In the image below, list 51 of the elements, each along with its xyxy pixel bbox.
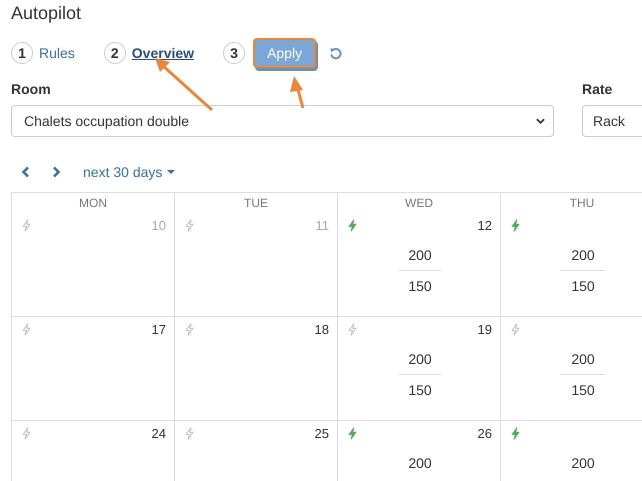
step-number: 1 (11, 42, 33, 64)
weekday-label: MON (79, 196, 107, 210)
day-number: 17 (152, 322, 166, 336)
price-value: 200 (571, 246, 595, 265)
rate-select[interactable]: Rack (582, 105, 642, 137)
day-number: 10 (152, 218, 166, 232)
price-value: 150 (571, 381, 595, 400)
price-value: 200 (571, 350, 595, 369)
chevron-right-icon[interactable] (51, 166, 61, 178)
field-label: Rate (582, 81, 612, 99)
day-number: 24 (152, 426, 166, 440)
annotation-arrow (290, 76, 304, 108)
day-number: 26 (478, 426, 492, 440)
step-number: 3 (223, 42, 246, 64)
price-value: 200 (408, 350, 432, 369)
price-value: 200 (408, 246, 432, 265)
annotation-arrow (155, 58, 213, 112)
step-link[interactable]: Overview (132, 45, 194, 61)
price-value: 200 (408, 454, 432, 473)
day-cell[interactable]: 200 150 (501, 213, 642, 317)
price-value: 150 (408, 277, 432, 296)
chevron-left-icon[interactable] (21, 166, 31, 178)
day-cell[interactable]: 17 (12, 317, 175, 421)
day-cell[interactable]: 25 (175, 421, 338, 481)
step-number: 2 (104, 42, 126, 64)
day-number: 18 (314, 322, 329, 336)
day-cell[interactable]: 200 (501, 421, 642, 481)
day-cell[interactable]: 18 (175, 317, 338, 421)
day-cell[interactable]: 19 200 150 (338, 317, 501, 421)
weekday-label: WED (405, 196, 433, 210)
day-number: 25 (314, 426, 329, 440)
day-cell[interactable]: 12 200 150 (338, 213, 501, 317)
day-cell[interactable]: 200 150 (501, 317, 642, 421)
range-dropdown[interactable]: next 30 days (83, 164, 176, 180)
weekday-label: THU (570, 196, 594, 210)
day-number: 12 (478, 218, 492, 232)
day-number: 19 (478, 322, 492, 336)
room-select[interactable]: Chalets occupation double (11, 105, 554, 137)
price-value: 150 (571, 277, 595, 296)
price-value: 150 (408, 381, 432, 400)
weekday-label: TUE (244, 196, 268, 210)
day-cell[interactable]: 26 200 (338, 421, 501, 481)
day-cell[interactable]: 24 (12, 421, 175, 481)
step-link[interactable]: Rules (39, 45, 75, 61)
page-title: Autopilot (11, 2, 82, 25)
field-label: Room (11, 81, 51, 99)
chevron-down-icon (536, 118, 545, 124)
caret-icon (167, 170, 176, 174)
price-value: 200 (571, 454, 595, 473)
undo-icon[interactable] (329, 46, 342, 60)
day-number: 11 (316, 218, 329, 232)
